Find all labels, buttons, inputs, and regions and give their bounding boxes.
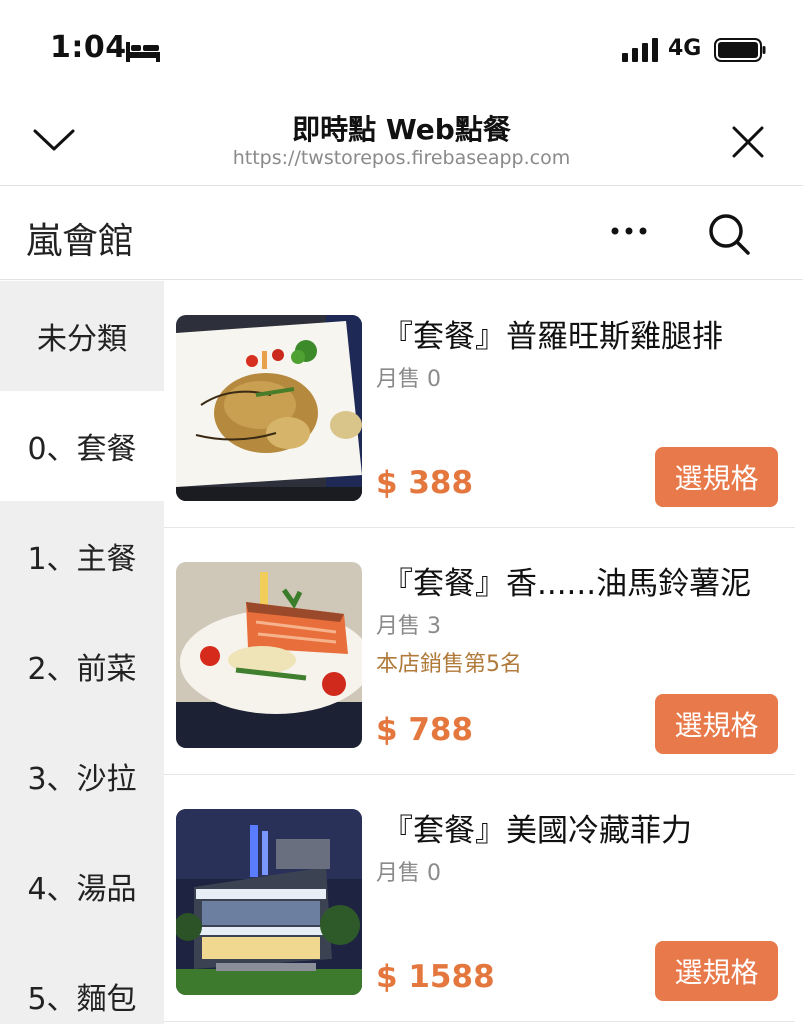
category-label: 1、主餐	[27, 542, 137, 577]
category-label: 5、麵包	[27, 982, 137, 1017]
product-price: $ 788	[376, 712, 474, 748]
select-spec-button[interactable]: 選規格	[655, 447, 778, 507]
category-item-set-meal[interactable]: 0、套餐	[0, 391, 164, 501]
category-sidebar: 未分類 0、套餐 1、主餐 2、前菜 3、沙拉 4、湯品 5、麵包	[0, 281, 164, 1024]
category-item-salad[interactable]: 3、沙拉	[0, 721, 164, 831]
product-name: 『套餐』香......油馬鈴薯泥	[382, 566, 752, 602]
product-sales-rank: 本店銷售第5名	[376, 652, 522, 677]
close-button[interactable]	[726, 120, 770, 164]
product-monthly-sales: 月售 0	[376, 861, 441, 886]
network-label: 4G	[668, 36, 702, 61]
category-label: 4、湯品	[27, 872, 137, 907]
select-spec-button[interactable]: 選規格	[655, 941, 778, 1001]
product-monthly-sales: 月售 3	[376, 614, 441, 639]
store-name: 嵐會館	[26, 221, 135, 262]
category-label: 2、前菜	[27, 652, 137, 687]
page-url: https://twstorepos.firebaseapp.com	[232, 147, 571, 169]
close-icon	[732, 126, 764, 158]
category-label: 未分類	[37, 322, 127, 357]
category-label: 3、沙拉	[27, 762, 137, 797]
category-item-appetizer[interactable]: 2、前菜	[0, 611, 164, 721]
product-card[interactable]: 『套餐』美國冷藏菲力 月售 0 $ 1588 選規格	[164, 775, 795, 1022]
chicken-dish-photo[interactable]	[176, 315, 362, 501]
product-price: $ 388	[376, 465, 474, 501]
page-title: 即時點 Web點餐	[292, 113, 511, 146]
product-name: 『套餐』普羅旺斯雞腿排	[382, 319, 723, 355]
more-icon	[611, 227, 647, 235]
product-list: 『套餐』普羅旺斯雞腿排 月售 0 $ 388 選規格 『套餐』香......油馬…	[164, 281, 803, 1024]
search-icon	[709, 214, 750, 255]
category-item-main-course[interactable]: 1、主餐	[0, 501, 164, 611]
salmon-dish-photo[interactable]	[176, 562, 362, 748]
category-item-uncategorized[interactable]: 未分類	[0, 281, 164, 391]
category-label: 0、套餐	[27, 432, 137, 467]
product-card[interactable]: 『套餐』普羅旺斯雞腿排 月售 0 $ 388 選規格	[164, 281, 795, 528]
status-time: 1:04	[50, 30, 127, 65]
product-monthly-sales: 月售 0	[376, 367, 441, 392]
product-name: 『套餐』美國冷藏菲力	[382, 813, 692, 849]
product-price: $ 1588	[376, 959, 495, 995]
status-bar: 1:04 4G	[0, 0, 803, 100]
browser-header: 即時點 Web點餐 https://twstorepos.firebaseapp…	[0, 100, 803, 186]
category-item-soup[interactable]: 4、湯品	[0, 831, 164, 941]
signal-icon	[622, 38, 658, 62]
more-button[interactable]	[606, 216, 652, 246]
product-card[interactable]: 『套餐』香......油馬鈴薯泥 月售 3 本店銷售第5名 $ 788 選規格	[164, 528, 795, 775]
category-item-bread[interactable]: 5、麵包	[0, 941, 164, 1024]
bed-icon	[126, 42, 160, 62]
store-header: 嵐會館	[0, 186, 803, 280]
search-button[interactable]	[704, 210, 754, 258]
restaurant-building-photo[interactable]	[176, 809, 362, 995]
select-spec-button[interactable]: 選規格	[655, 694, 778, 754]
battery-icon	[714, 38, 766, 62]
